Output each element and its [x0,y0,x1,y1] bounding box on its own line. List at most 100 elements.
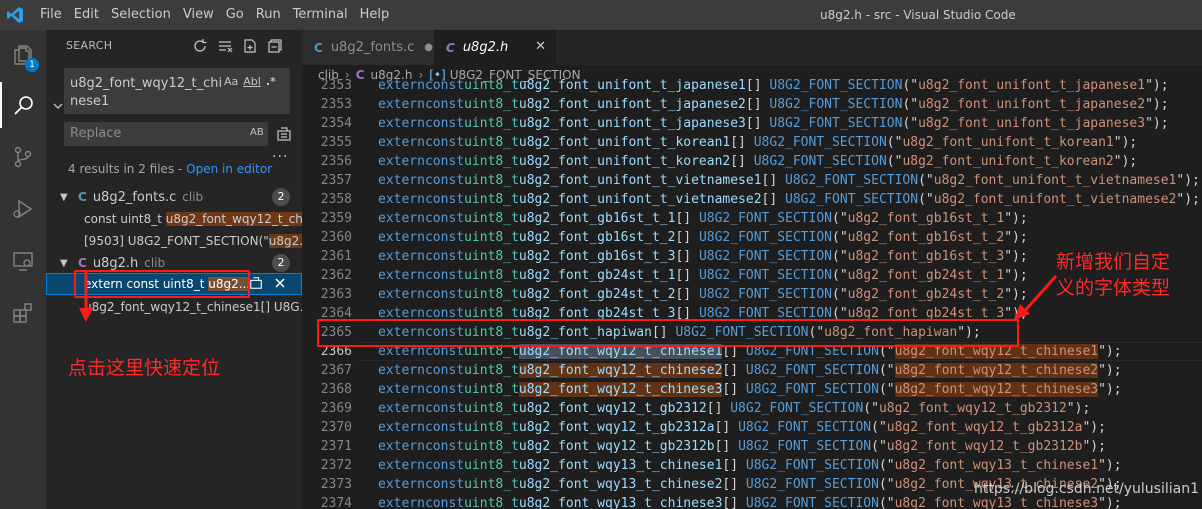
line-number: 2357 [320,173,352,188]
open-in-editor-link[interactable]: Open in editor [186,162,272,176]
source-control-icon[interactable] [0,134,46,180]
code-token: u8g2_font_unifont_t_japanese1 [918,78,1146,93]
code-line[interactable]: 2367 externconstuint8_tu8g2_font_wqy12_t_… [302,361,1202,380]
run-debug-icon[interactable] [0,186,46,232]
code-line[interactable]: 2369 externconstuint8_tu8g2_font_wqy12_t_… [302,399,1202,418]
code-token: uint8_t [464,211,519,226]
line-number: 2374 [320,496,352,509]
code-line[interactable]: 2355 externconstuint8_tu8g2_font_unifont_… [302,133,1202,152]
replace-input[interactable]: Replace AB [64,122,268,146]
search-match-row[interactable]: u8g2_font_wqy12_t_chinese1[] U8G... [84,296,302,318]
code-token: extern [378,97,425,112]
close-tab-icon[interactable]: ✕ [535,39,546,54]
more-options-icon[interactable]: ··· [272,149,288,165]
code-line[interactable]: 2357 externconstuint8_tu8g2_font_unifont_… [302,171,1202,190]
code-line[interactable]: 2354 externconstuint8_tu8g2_font_unifont_… [302,114,1202,133]
refresh-icon[interactable] [192,38,208,54]
code-line[interactable]: 2353 externconstuint8_tu8g2_font_unifont_… [302,95,1202,114]
menu-file[interactable]: File [34,0,68,30]
annotation-note-left: 点击这里快速定位 [68,357,221,379]
tab-u8g2-fonts-c[interactable]: C u8g2_fonts.c ● [302,30,434,65]
code-token: uint8_t [464,496,519,509]
line-number: 2354 [320,116,352,131]
code-token: const [424,97,465,112]
code-token: uint8_t [464,154,519,169]
new-search-editor-icon[interactable] [242,38,258,54]
menu-run[interactable]: Run [250,0,287,30]
code-token: u8g2_font_gb16st_t_3 [518,249,676,264]
explorer-badge: 1 [25,58,39,72]
line-source: externconstuint8_tu8g2_font_unifont_t_vi… [378,171,1200,190]
replace-all-icon[interactable] [276,126,292,142]
code-line[interactable]: 2358 externconstuint8_tu8g2_font_unifont_… [302,190,1202,209]
code-token: u8g2_font_wqy13_t_chinese3 [518,496,723,509]
menu-edit[interactable]: Edit [68,0,105,30]
sidebar-actions [192,38,283,54]
menu-selection[interactable]: Selection [105,0,177,30]
code-line[interactable]: 2370 externconstuint8_tu8g2_font_wqy12_t_… [302,418,1202,437]
extensions-icon[interactable] [0,290,46,336]
code-punctuation: (" [886,154,903,169]
line-source: externconstuint8_tu8g2_font_wqy12_t_chin… [378,380,1122,399]
code-token: extern [378,173,425,188]
search-input[interactable]: u8g2_font_wqy12_t_chinese1 Aa Abl .* [64,68,290,114]
code-line[interactable]: 2360 externconstuint8_tu8g2_font_gb16st_t… [302,228,1202,247]
code-punctuation: (" [918,192,934,207]
match-whole-word-toggle[interactable]: Abl [243,75,261,88]
code-token: extern [378,401,425,416]
search-icon[interactable] [0,82,46,128]
result-file-row[interactable]: ▼ C u8g2_fonts.c clib 2 [46,186,302,208]
code-token: u8g2_font_unifont_t_japanese3 [518,116,746,131]
code-token: uint8_t [464,420,519,435]
menu-terminal[interactable]: Terminal [287,0,354,30]
code-token: u8g2_font_wqy12_t_gb2312a [886,420,1083,435]
code-punctuation: [] [675,287,699,302]
use-regex-toggle[interactable]: .* [266,75,276,88]
code-token: U8G2_FONT_SECTION [738,439,872,454]
menu-view[interactable]: View [177,0,220,30]
replace-match-icon[interactable] [249,276,263,290]
code-token: U8G2_FONT_SECTION [698,268,832,283]
code-punctuation: [] [745,78,770,93]
code-punctuation: [] [745,97,770,112]
code-line[interactable]: 2368 externconstuint8_tu8g2_font_wqy12_t_… [302,380,1202,399]
code-line[interactable]: 2372 externconstuint8_tu8g2_font_wqy13_t_… [302,456,1202,475]
line-number: 2369 [320,401,352,416]
match-highlight: u8g2... [268,234,302,248]
code-token: extern [378,230,425,245]
annotation-arrow-down [79,270,93,322]
annotation-note-right-line2: 义的字体类型 [1056,277,1171,299]
code-token: u8g2_font_unifont_t_korean2 [902,154,1114,169]
code-line[interactable]: 2371 externconstuint8_tu8g2_font_wqy12_t_… [302,437,1202,456]
line-source: externconstuint8_tu8g2_font_wqy12_t_gb23… [378,399,1090,418]
code-line[interactable]: 2356 externconstuint8_tu8g2_font_unifont_… [302,152,1202,171]
search-match-row[interactable]: [9503] U8G2_FONT_SECTION("u8g2... [84,230,302,252]
code-punctuation: "); [1004,230,1028,245]
result-file-dir: clib [144,256,166,270]
explorer-icon[interactable]: 1 [0,32,46,78]
search-match-row[interactable]: const uint8_t u8g2_font_wqy12_t_ch... [84,208,302,230]
code-token: U8G2_FONT_SECTION [698,249,832,264]
remote-explorer-icon[interactable] [0,238,46,284]
code-token: uint8_t [464,97,519,112]
collapse-all-icon[interactable] [267,38,283,54]
code-punctuation: "); [1113,135,1138,150]
tab-u8g2-h[interactable]: C u8g2.h ✕ [434,30,556,65]
menu-help[interactable]: Help [354,0,396,30]
code-token: u8g2_font_wqy12_t_gb2312 [518,401,707,416]
line-number: 2360 [320,230,352,245]
preserve-case-toggle[interactable]: AB [250,127,264,138]
menu-go[interactable]: Go [220,0,250,30]
code-token: u8g2_font_wqy13_t_chinese1 [894,458,1099,473]
toggle-replace-icon[interactable] [52,100,64,112]
line-number: 2362 [320,268,352,283]
dismiss-match-icon[interactable] [273,276,287,290]
vscode-logo-icon [0,0,30,30]
code-line[interactable]: 2353 externconstuint8_tu8g2_font_unifont_… [302,76,1202,95]
code-line[interactable]: 2359 externconstuint8_tu8g2_font_gb16st_t… [302,209,1202,228]
line-number: 2359 [320,211,352,226]
result-file-name: u8g2_fonts.c [92,189,177,205]
clear-results-icon[interactable] [217,38,233,54]
code-token: u8g2_font_unifont_t_japanese2 [518,97,746,112]
match-case-toggle[interactable]: Aa [224,75,238,88]
